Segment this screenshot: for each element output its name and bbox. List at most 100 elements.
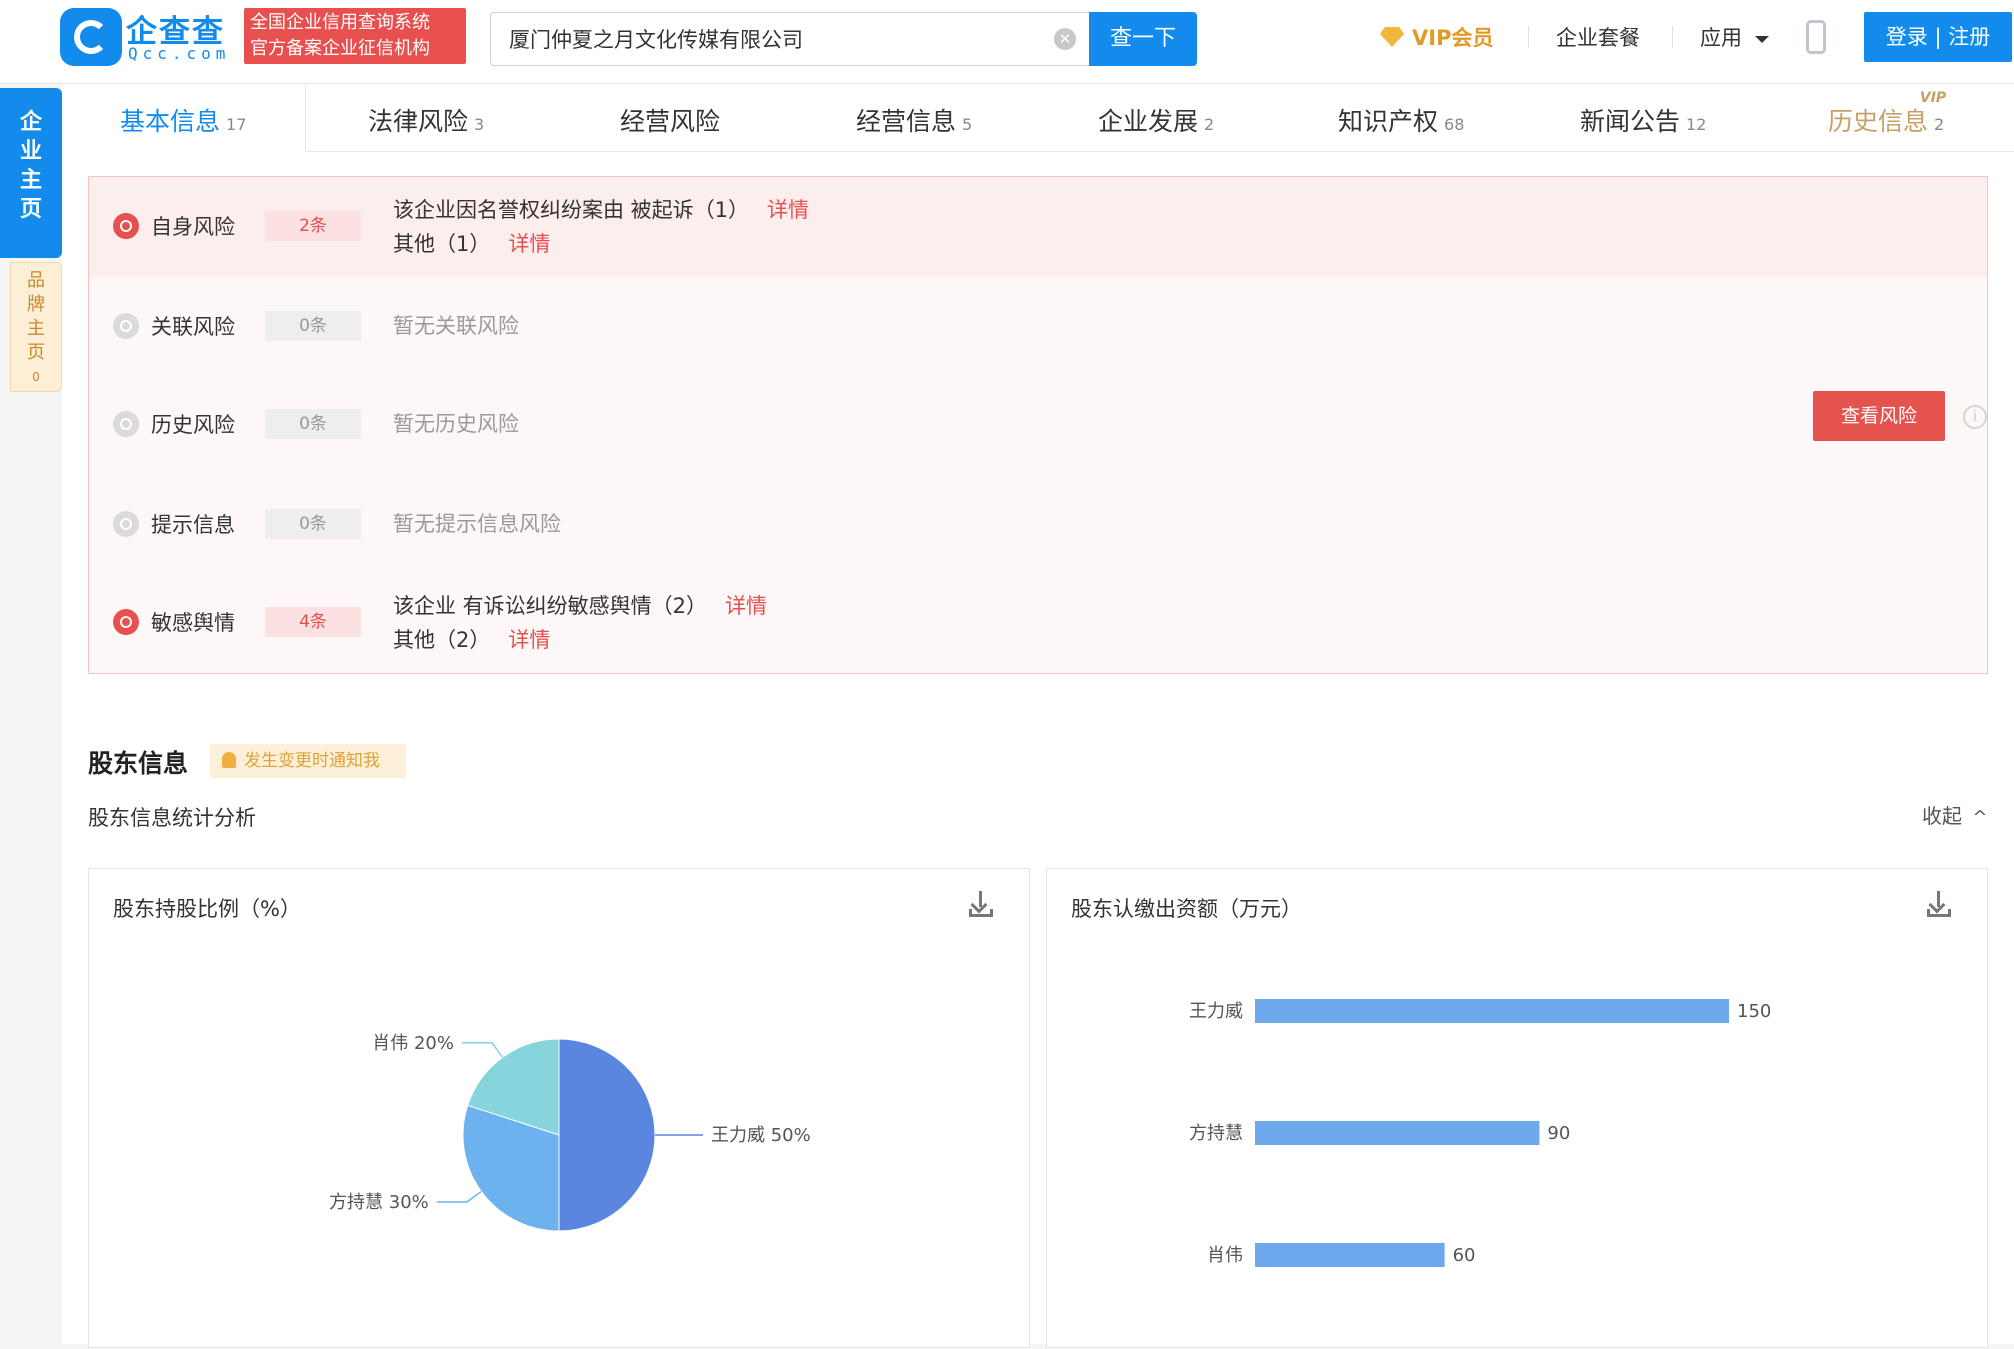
- apps-label: 应用: [1700, 26, 1742, 50]
- risk-detail-text: 其他（2）: [393, 628, 491, 652]
- shareholding-ratio-card: 股东持股比例（%） 王力威 50% 方持慧 30% 肖伟 20%: [88, 868, 1030, 1348]
- pie-label: 方持慧 30%: [329, 1192, 429, 1213]
- risk-detail-text: 其他（1）: [393, 232, 491, 256]
- shareholder-stats-subtitle: 股东信息统计分析: [88, 806, 256, 830]
- tab-label: 知识产权: [1338, 107, 1439, 136]
- tab-count: 5: [962, 115, 973, 134]
- tab-basic-info[interactable]: 基本信息 17: [120, 102, 246, 138]
- bar-value-label: 90: [1547, 1123, 1570, 1144]
- risk-empty-text: 暂无提示信息风险: [393, 512, 561, 536]
- related-risk-icon: [113, 313, 139, 339]
- tab-count: 3: [474, 115, 485, 134]
- tab-count: 68: [1444, 115, 1465, 134]
- tab-bar: 基本信息 17 法律风险 3 经营风险 经营信息 5 企业发展 2 知识产权 68 新闻公…: [62, 84, 2014, 152]
- tab-label: 法律风险: [368, 107, 469, 136]
- pie-slice[interactable]: [558, 1038, 656, 1232]
- detail-link[interactable]: 详情: [725, 594, 767, 618]
- bar-value-label: 150: [1737, 1001, 1771, 1022]
- apps-menu[interactable]: 应用: [1700, 22, 1769, 52]
- main-content: 基本信息 17 法律风险 3 经营风险 经营信息 5 企业发展 2 知识产权 68 新闻公…: [62, 84, 2014, 1348]
- risk-name: 历史风险: [151, 413, 235, 437]
- tab-label: 新闻公告: [1580, 107, 1681, 136]
- bar[interactable]: [1255, 1121, 1540, 1145]
- search-input[interactable]: [509, 13, 1029, 65]
- risk-panel: 自身风险 2条 该企业因名誉权纠纷案由 被起诉（1） 详情 其他（1） 详情 关联风…: [88, 176, 1988, 674]
- risk-count: 2条: [265, 211, 361, 241]
- credit-system-badge: 全国企业信用查询系统 官方备案企业征信机构: [244, 8, 466, 64]
- search-button[interactable]: 查一下: [1089, 12, 1197, 66]
- badge-line2: 官方备案企业征信机构: [250, 38, 430, 59]
- side-tab-brand-home[interactable]: 品牌主页 0: [10, 262, 62, 392]
- bar[interactable]: [1255, 999, 1729, 1023]
- risk-name: 敏感舆情: [151, 611, 235, 635]
- vip-diamond-icon: [1380, 27, 1404, 47]
- bar-category-label: 王力威: [1189, 1001, 1243, 1022]
- search-box: ✕: [490, 12, 1090, 66]
- badge-line1: 全国企业信用查询系统: [250, 12, 430, 33]
- detail-link[interactable]: 详情: [508, 628, 550, 652]
- side-tab-label: 品牌主页: [27, 270, 45, 363]
- history-risk-icon: [113, 411, 139, 437]
- bar-chart: 王力威 150 方持慧 90 肖伟 60: [1189, 999, 1771, 1267]
- risk-count: 4条: [265, 607, 361, 637]
- sentiment-risk-icon: [113, 609, 139, 635]
- detail-link[interactable]: 详情: [508, 232, 550, 256]
- hint-info-icon: [113, 511, 139, 537]
- risk-name: 自身风险: [151, 215, 235, 239]
- tab-news[interactable]: 新闻公告 12: [1580, 102, 1706, 138]
- bar-category-label: 方持慧: [1189, 1123, 1243, 1144]
- subscribed-capital-card: 股东认缴出资额（万元） 王力威 150 方持慧 90 肖伟 60: [1046, 868, 1988, 1348]
- vip-label: VIP会员: [1412, 26, 1494, 50]
- info-icon[interactable]: i: [1963, 405, 1987, 429]
- vip-member-link[interactable]: VIP会员: [1380, 22, 1493, 52]
- pie-chart: 王力威 50% 方持慧 30% 肖伟 20%: [329, 1033, 811, 1232]
- risk-empty-text: 暂无历史风险: [393, 412, 519, 436]
- notify-label: 发生变更时通知我: [244, 751, 380, 771]
- tab-count: 12: [1686, 115, 1707, 134]
- view-risk-button[interactable]: 查看风险: [1813, 391, 1945, 441]
- risk-name: 提示信息: [151, 513, 235, 537]
- bar[interactable]: [1255, 1243, 1445, 1267]
- risk-count: 0条: [265, 509, 361, 539]
- tab-count: 2: [1204, 115, 1215, 134]
- tab-label: 历史信息: [1828, 107, 1929, 136]
- mobile-app-icon[interactable]: [1806, 20, 1826, 54]
- enterprise-package-link[interactable]: 企业套餐: [1556, 22, 1640, 52]
- chevron-up-icon: ^: [1972, 807, 1988, 828]
- collapse-label: 收起: [1922, 804, 1962, 828]
- risk-count: 0条: [265, 409, 361, 439]
- tab-development[interactable]: 企业发展 2: [1098, 102, 1214, 138]
- tab-label: 经营信息: [856, 107, 957, 136]
- tab-count: 17: [226, 115, 247, 134]
- caret-down-icon: [1754, 35, 1769, 43]
- tab-ip[interactable]: 知识产权 68: [1338, 102, 1464, 138]
- pie-leader-line: [436, 1190, 482, 1203]
- tab-label: 经营风险: [620, 107, 721, 136]
- collapse-toggle[interactable]: 收起 ^: [1922, 800, 1987, 829]
- risk-detail-line: 其他（1） 详情: [393, 227, 550, 261]
- nav-divider: [1672, 26, 1673, 48]
- risk-detail-line: 该企业因名誉权纠纷案由 被起诉（1） 详情: [393, 193, 809, 227]
- risk-detail-line: 其他（2） 详情: [393, 623, 550, 657]
- side-tab-label: 企业主页: [19, 110, 42, 222]
- bar-value-label: 60: [1453, 1245, 1476, 1266]
- qcc-logo-icon[interactable]: [60, 8, 122, 66]
- risk-detail-text: 该企业因名誉权纠纷案由 被起诉（1）: [393, 198, 750, 222]
- risk-empty-text: 暂无关联风险: [393, 314, 519, 338]
- tab-legal-risk[interactable]: 法律风险 3: [368, 102, 484, 138]
- tab-operation-risk[interactable]: 经营风险: [620, 102, 726, 138]
- side-tab-enterprise-home[interactable]: 企业主页: [0, 88, 62, 258]
- tab-count: 2: [1934, 115, 1945, 134]
- detail-link[interactable]: 详情: [767, 198, 809, 222]
- risk-name: 关联风险: [151, 315, 235, 339]
- brand-count: 0: [32, 370, 40, 384]
- bar-category-label: 肖伟: [1207, 1245, 1243, 1266]
- login-register-button[interactable]: 登录 | 注册: [1864, 12, 2012, 62]
- bell-icon: [222, 752, 236, 768]
- tab-label: 企业发展: [1098, 107, 1199, 136]
- section-title-shareholders: 股东信息: [88, 749, 189, 778]
- clear-search-icon[interactable]: ✕: [1054, 28, 1076, 50]
- notify-change-button[interactable]: 发生变更时通知我: [210, 744, 406, 778]
- tab-history[interactable]: 历史信息 2 VIP: [1828, 90, 1946, 138]
- tab-operation-info[interactable]: 经营信息 5: [856, 102, 972, 138]
